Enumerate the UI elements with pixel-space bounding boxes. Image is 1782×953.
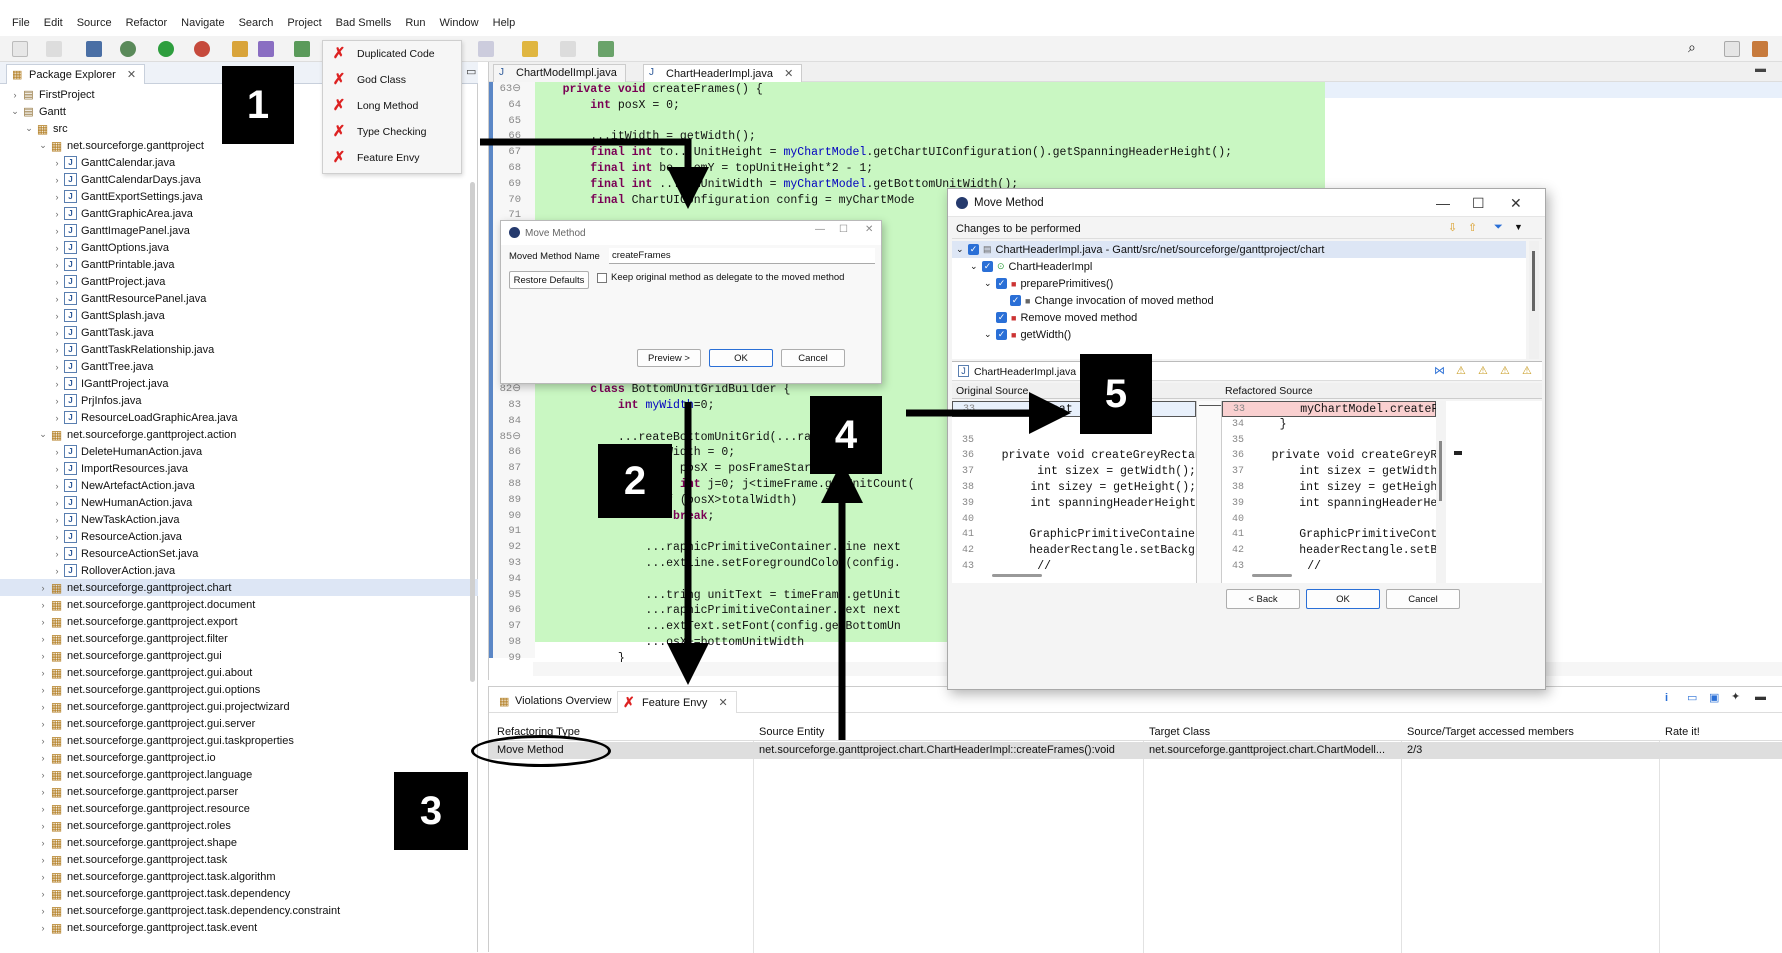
annotation-badge-2: 2 [598,444,672,518]
annotation-badge-1: 1 [222,66,294,144]
annotation-badge-3: 3 [394,772,468,850]
annotation-badge-4: 4 [810,396,882,474]
annotation-badge-5: 5 [1080,354,1152,434]
arrow-1 [480,138,709,209]
